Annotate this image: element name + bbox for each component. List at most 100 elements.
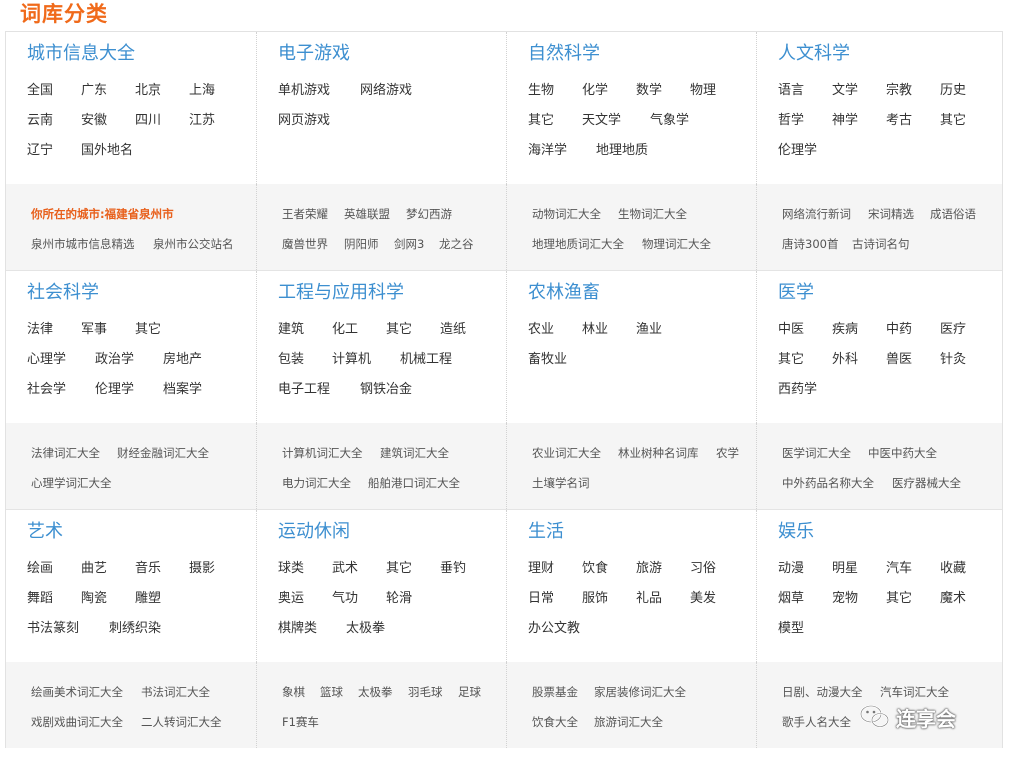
subcategory-link[interactable]: 棋牌类 xyxy=(278,620,317,638)
subcategory-link[interactable]: 其它 xyxy=(386,321,412,339)
subcategory-link[interactable]: 钢铁冶金 xyxy=(360,381,412,399)
subcategory-link[interactable]: 海洋学 xyxy=(528,142,567,160)
subcategory-link[interactable]: 上海 xyxy=(189,82,215,100)
popular-term-link[interactable]: 家居装修词汇大全 xyxy=(594,684,686,700)
subcategory-link[interactable]: 太极拳 xyxy=(346,620,385,638)
popular-term-link[interactable]: F1赛车 xyxy=(282,714,319,730)
category-title[interactable]: 运动休闲 xyxy=(278,520,350,544)
popular-term-link[interactable]: 法律词汇大全 xyxy=(31,445,100,461)
popular-term-link[interactable]: 中外药品名称大全 xyxy=(782,475,874,491)
subcategory-link[interactable]: 历史 xyxy=(940,82,966,100)
popular-term-link[interactable]: 二人转词汇大全 xyxy=(141,714,222,730)
subcategory-link[interactable]: 模型 xyxy=(778,620,804,638)
category-title[interactable]: 艺术 xyxy=(27,520,63,544)
subcategory-link[interactable]: 安徽 xyxy=(81,112,107,130)
category-title[interactable]: 农林渔畜 xyxy=(528,281,600,305)
popular-term-link[interactable]: 计算机词汇大全 xyxy=(282,445,363,461)
popular-term-link[interactable]: 魔兽世界 xyxy=(282,236,328,252)
subcategory-link[interactable]: 其它 xyxy=(386,560,412,578)
subcategory-link[interactable]: 收藏 xyxy=(940,560,966,578)
subcategory-link[interactable]: 气功 xyxy=(332,590,358,608)
subcategory-link[interactable]: 电子工程 xyxy=(278,381,330,399)
subcategory-link[interactable]: 服饰 xyxy=(582,590,608,608)
popular-term-link[interactable]: 船舶港口词汇大全 xyxy=(368,475,460,491)
popular-term-link[interactable]: 心理学词汇大全 xyxy=(31,475,112,491)
subcategory-link[interactable]: 畜牧业 xyxy=(528,351,567,369)
category-title[interactable]: 人文科学 xyxy=(778,42,850,66)
subcategory-link[interactable]: 全国 xyxy=(27,82,53,100)
popular-term-link[interactable]: 太极拳 xyxy=(358,684,393,700)
subcategory-link[interactable]: 办公文教 xyxy=(528,620,580,638)
subcategory-link[interactable]: 轮滑 xyxy=(386,590,412,608)
subcategory-link[interactable]: 四川 xyxy=(135,112,161,130)
subcategory-link[interactable]: 神学 xyxy=(832,112,858,130)
subcategory-link[interactable]: 音乐 xyxy=(135,560,161,578)
subcategory-link[interactable]: 文学 xyxy=(832,82,858,100)
subcategory-link[interactable]: 动漫 xyxy=(778,560,804,578)
subcategory-link[interactable]: 林业 xyxy=(582,321,608,339)
popular-term-link[interactable]: 医学词汇大全 xyxy=(782,445,851,461)
subcategory-link[interactable]: 建筑 xyxy=(278,321,304,339)
subcategory-link[interactable]: 政治学 xyxy=(95,351,134,369)
popular-term-link[interactable]: 网络流行新词 xyxy=(782,206,851,222)
subcategory-link[interactable]: 伦理学 xyxy=(95,381,134,399)
subcategory-link[interactable]: 国外地名 xyxy=(81,142,133,160)
subcategory-link[interactable]: 语言 xyxy=(778,82,804,100)
subcategory-link[interactable]: 渔业 xyxy=(636,321,662,339)
subcategory-link[interactable]: 旅游 xyxy=(636,560,662,578)
subcategory-link[interactable]: 包装 xyxy=(278,351,304,369)
subcategory-link[interactable]: 江苏 xyxy=(189,112,215,130)
subcategory-link[interactable]: 机械工程 xyxy=(400,351,452,369)
category-title[interactable]: 城市信息大全 xyxy=(27,42,135,66)
subcategory-link[interactable]: 天文学 xyxy=(582,112,621,130)
subcategory-link[interactable]: 兽医 xyxy=(886,351,912,369)
popular-term-link[interactable]: 泉州市公交站名 xyxy=(153,236,234,252)
category-title[interactable]: 娱乐 xyxy=(778,520,814,544)
popular-term-link[interactable]: 地理地质词汇大全 xyxy=(532,236,624,252)
category-title[interactable]: 生活 xyxy=(528,520,564,544)
subcategory-link[interactable]: 化学 xyxy=(582,82,608,100)
subcategory-link[interactable]: 考古 xyxy=(886,112,912,130)
subcategory-link[interactable]: 单机游戏 xyxy=(278,82,330,100)
subcategory-link[interactable]: 档案学 xyxy=(163,381,202,399)
subcategory-link[interactable]: 广东 xyxy=(81,82,107,100)
subcategory-link[interactable]: 北京 xyxy=(135,82,161,100)
subcategory-link[interactable]: 其它 xyxy=(886,590,912,608)
subcategory-link[interactable]: 汽车 xyxy=(886,560,912,578)
subcategory-link[interactable]: 中药 xyxy=(886,321,912,339)
popular-term-link[interactable]: 篮球 xyxy=(320,684,343,700)
popular-term-link[interactable]: 阴阳师 xyxy=(344,236,379,252)
popular-term-link[interactable]: 宋词精选 xyxy=(868,206,914,222)
popular-term-link[interactable]: 中医中药大全 xyxy=(868,445,937,461)
category-title[interactable]: 自然科学 xyxy=(528,42,600,66)
category-title[interactable]: 社会科学 xyxy=(27,281,99,305)
popular-term-link[interactable]: 汽车词汇大全 xyxy=(880,684,949,700)
subcategory-link[interactable]: 物理 xyxy=(690,82,716,100)
subcategory-link[interactable]: 医疗 xyxy=(940,321,966,339)
subcategory-link[interactable]: 地理地质 xyxy=(596,142,648,160)
popular-term-link[interactable]: 农学 xyxy=(716,445,739,461)
popular-term-link[interactable]: 林业树种名词库 xyxy=(618,445,699,461)
subcategory-link[interactable]: 奥运 xyxy=(278,590,304,608)
popular-term-link[interactable]: 财经金融词汇大全 xyxy=(117,445,209,461)
subcategory-link[interactable]: 针灸 xyxy=(940,351,966,369)
subcategory-link[interactable]: 习俗 xyxy=(690,560,716,578)
popular-term-link[interactable]: 股票基金 xyxy=(532,684,578,700)
subcategory-link[interactable]: 其它 xyxy=(135,321,161,339)
subcategory-link[interactable]: 社会学 xyxy=(27,381,66,399)
popular-term-link[interactable]: 旅游词汇大全 xyxy=(594,714,663,730)
popular-term-link[interactable]: 歌手人名大全 xyxy=(782,714,851,730)
subcategory-link[interactable]: 舞蹈 xyxy=(27,590,53,608)
subcategory-link[interactable]: 烟草 xyxy=(778,590,804,608)
popular-term-link[interactable]: 羽毛球 xyxy=(408,684,443,700)
subcategory-link[interactable]: 心理学 xyxy=(27,351,66,369)
popular-term-link[interactable]: 唐诗300首 xyxy=(782,236,838,252)
subcategory-link[interactable]: 球类 xyxy=(278,560,304,578)
popular-term-link[interactable]: 电力词汇大全 xyxy=(282,475,351,491)
subcategory-link[interactable]: 哲学 xyxy=(778,112,804,130)
popular-term-link[interactable]: 成语俗语 xyxy=(930,206,976,222)
popular-term-link[interactable]: 象棋 xyxy=(282,684,305,700)
popular-term-link[interactable]: 龙之谷 xyxy=(439,236,474,252)
subcategory-link[interactable]: 陶瓷 xyxy=(81,590,107,608)
subcategory-link[interactable]: 明星 xyxy=(832,560,858,578)
